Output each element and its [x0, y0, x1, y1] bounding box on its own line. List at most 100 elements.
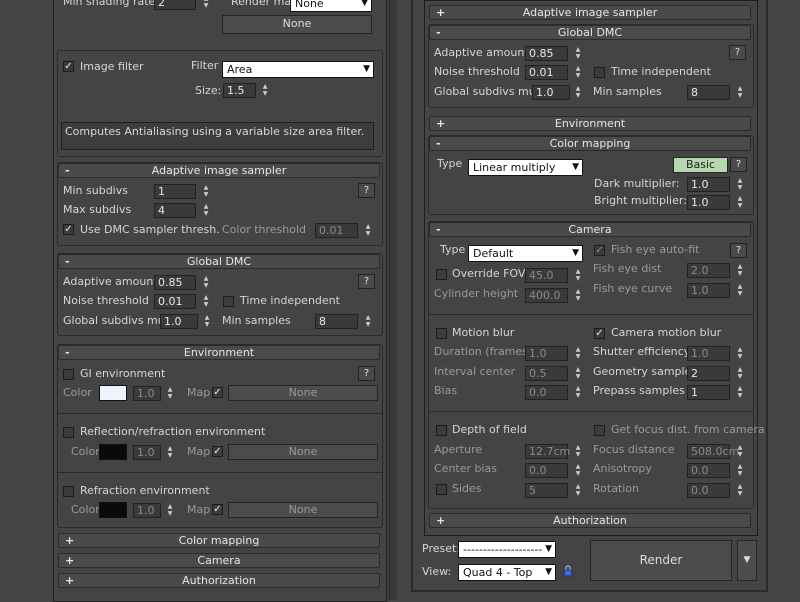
geometry-samples-spinner[interactable]: ▲ ▼	[735, 366, 745, 381]
camera-help-button[interactable]: ?	[730, 243, 747, 258]
filter-size-spinner[interactable]: ▲ ▼	[260, 83, 270, 98]
prepass-samples-field[interactable]: 1	[687, 385, 730, 400]
right-min-samples-field[interactable]: 8	[687, 85, 730, 100]
anisotropy-field[interactable]: 0.0	[687, 463, 730, 478]
lock-icon[interactable]	[563, 565, 573, 577]
reflection-color-swatch[interactable]	[99, 444, 127, 460]
min-samples-spinner[interactable]: ▲ ▼	[363, 314, 373, 329]
refraction-map-button[interactable]: None	[228, 502, 378, 518]
color-mapping-type-dropdown[interactable]: Linear multiply ▼	[468, 159, 583, 176]
preset-dropdown[interactable]: -------------------- ▼	[458, 541, 556, 558]
override-fov-checkbox[interactable]	[436, 269, 447, 280]
center-bias-spinner[interactable]: ▲ ▼	[573, 463, 583, 478]
gi-map-button[interactable]: None	[228, 385, 378, 401]
reflection-multiplier-spinner[interactable]: ▲ ▼	[165, 445, 175, 460]
fisheye-dist-spinner[interactable]: ▲ ▼	[735, 263, 745, 278]
camera-header[interactable]: - Camera	[429, 222, 751, 237]
cylinder-height-spinner[interactable]: ▲ ▼	[573, 288, 583, 303]
override-fov-field[interactable]: 45.0	[525, 268, 568, 283]
bright-multiplier-field[interactable]: 1.0	[687, 195, 730, 210]
refraction-multiplier-field[interactable]: 1.0	[133, 503, 161, 518]
geometry-samples-field[interactable]: 2	[687, 366, 730, 381]
max-subdivs-spinner[interactable]: ▲ ▼	[201, 203, 211, 218]
center-bias-field[interactable]: 0.0	[525, 463, 568, 478]
aperture-spinner[interactable]: ▲ ▼	[573, 444, 583, 459]
dark-multiplier-field[interactable]: 1.0	[687, 177, 730, 192]
time-independent-checkbox[interactable]	[223, 296, 234, 307]
global-subdivs-field[interactable]: 1.0	[160, 314, 198, 329]
min-subdivs-field[interactable]: 1	[154, 184, 196, 199]
right-noise-threshold-field[interactable]: 0.01	[525, 65, 568, 80]
render-mask-dropdown[interactable]: None ▼	[290, 0, 372, 12]
duration-spinner[interactable]: ▲ ▼	[573, 346, 583, 361]
color-threshold-field[interactable]: 0.01	[315, 223, 358, 238]
min-samples-field[interactable]: 8	[315, 314, 358, 329]
dark-multiplier-spinner[interactable]: ▲ ▼	[735, 177, 745, 192]
adaptive-image-sampler-header[interactable]: - Adaptive image sampler	[58, 163, 380, 178]
min-subdivs-spinner[interactable]: ▲ ▼	[201, 184, 211, 199]
reflection-map-button[interactable]: None	[228, 444, 378, 460]
right-global-dmc-header[interactable]: - Global DMC	[429, 25, 751, 40]
camera-motion-blur-checkbox[interactable]: ✓	[594, 328, 605, 339]
adaptive-help-button[interactable]: ?	[358, 183, 375, 198]
override-fov-spinner[interactable]: ▲ ▼	[573, 268, 583, 283]
right-noise-threshold-spinner[interactable]: ▲ ▼	[573, 65, 583, 80]
fisheye-auto-fit-checkbox[interactable]: ✓	[594, 245, 605, 256]
right-adaptive-sampler-header[interactable]: + Adaptive image sampler	[429, 5, 751, 20]
refraction-color-swatch[interactable]	[99, 502, 127, 518]
min-shading-rate-field[interactable]: 2	[154, 0, 196, 10]
filter-size-field[interactable]: 1.5	[223, 83, 256, 98]
global-dmc-help-button[interactable]: ?	[358, 274, 375, 289]
adaptive-amount-field[interactable]: 0.85	[154, 275, 196, 290]
global-subdivs-spinner[interactable]: ▲ ▼	[202, 314, 212, 329]
gi-color-swatch[interactable]	[99, 385, 127, 401]
gi-multiplier-field[interactable]: 1.0	[133, 386, 161, 401]
right-environment-header[interactable]: + Environment	[429, 116, 751, 131]
max-subdivs-field[interactable]: 4	[154, 203, 196, 218]
shutter-efficiency-field[interactable]: 1.0	[687, 346, 730, 361]
dmc-thresh-checkbox[interactable]: ✓	[63, 224, 74, 235]
right-adaptive-amount-field[interactable]: 0.85	[525, 46, 568, 61]
filter-type-dropdown[interactable]: Area ▼	[222, 61, 374, 78]
camera-type-dropdown[interactable]: Default ▼	[468, 245, 583, 262]
sides-spinner[interactable]: ▲ ▼	[573, 483, 583, 498]
refraction-environment-checkbox[interactable]	[63, 486, 74, 497]
right-global-dmc-help-button[interactable]: ?	[729, 45, 746, 60]
cylinder-height-field[interactable]: 400.0	[525, 288, 568, 303]
left-authorization-header[interactable]: + Authorization	[58, 573, 380, 588]
gi-multiplier-spinner[interactable]: ▲ ▼	[165, 386, 175, 401]
fisheye-dist-field[interactable]: 2.0	[687, 263, 730, 278]
right-global-subdivs-spinner[interactable]: ▲ ▼	[573, 85, 583, 100]
reflection-environment-checkbox[interactable]	[63, 427, 74, 438]
image-filter-checkbox[interactable]: ✓	[63, 61, 74, 72]
basic-mode-button[interactable]: Basic	[673, 157, 728, 173]
color-mapping-help-button[interactable]: ?	[730, 157, 747, 172]
right-adaptive-amount-spinner[interactable]: ▲ ▼	[573, 46, 583, 61]
render-options-dropdown[interactable]: ▼	[737, 540, 757, 581]
noise-threshold-field[interactable]: 0.01	[154, 294, 196, 309]
duration-field[interactable]: 1.0	[525, 346, 568, 361]
color-mapping-header[interactable]: - Color mapping	[429, 136, 751, 151]
right-authorization-header[interactable]: + Authorization	[429, 513, 751, 528]
motion-blur-checkbox[interactable]	[436, 328, 447, 339]
sides-checkbox[interactable]	[436, 484, 447, 495]
global-dmc-header[interactable]: - Global DMC	[58, 254, 380, 269]
render-button[interactable]: Render	[590, 540, 732, 581]
bright-multiplier-spinner[interactable]: ▲ ▼	[735, 195, 745, 210]
sides-field[interactable]: 5	[525, 483, 568, 498]
bias-field[interactable]: 0.0	[525, 385, 568, 400]
interval-center-spinner[interactable]: ▲ ▼	[573, 366, 583, 381]
rotation-field[interactable]: 0.0	[687, 483, 730, 498]
left-color-mapping-header[interactable]: + Color mapping	[58, 533, 380, 548]
fisheye-curve-spinner[interactable]: ▲ ▼	[735, 283, 745, 298]
bias-spinner[interactable]: ▲ ▼	[573, 385, 583, 400]
shutter-efficiency-spinner[interactable]: ▲ ▼	[735, 346, 745, 361]
focus-distance-spinner[interactable]: ▲ ▼	[735, 444, 745, 459]
anisotropy-spinner[interactable]: ▲ ▼	[735, 463, 745, 478]
refraction-multiplier-spinner[interactable]: ▲ ▼	[165, 503, 175, 518]
focus-from-camera-checkbox[interactable]	[594, 425, 605, 436]
right-time-independent-checkbox[interactable]	[594, 67, 605, 78]
focus-distance-field[interactable]: 508.0cm	[687, 444, 739, 459]
right-global-subdivs-field[interactable]: 1.0	[532, 85, 570, 100]
rotation-spinner[interactable]: ▲ ▼	[735, 483, 745, 498]
